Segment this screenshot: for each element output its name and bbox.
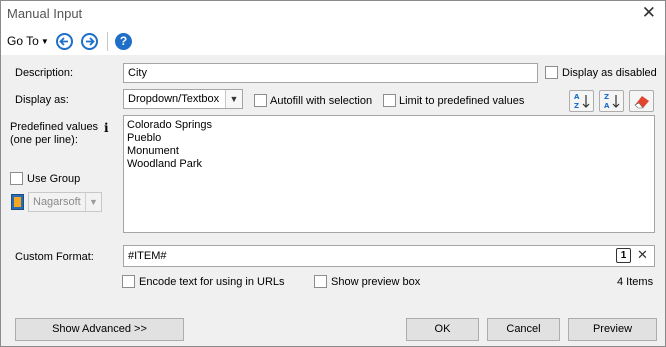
limit-predefined-checkbox[interactable] xyxy=(383,94,396,107)
chevron-down-icon: ▼ xyxy=(225,90,242,108)
group-value: Nagarsoft xyxy=(33,196,81,208)
format-count-badge[interactable]: 1 xyxy=(616,248,631,263)
forward-arrow-icon[interactable] xyxy=(81,33,98,50)
back-arrow-icon[interactable] xyxy=(56,33,73,50)
value-line: Monument xyxy=(127,145,179,157)
custom-format-label: Custom Format: xyxy=(15,251,94,263)
items-count: 4 Items xyxy=(617,276,654,288)
preview-box-label: Show preview box xyxy=(331,276,421,288)
preview-box-checkbox[interactable] xyxy=(314,275,327,288)
clear-values-button[interactable] xyxy=(629,90,654,112)
display-disabled-label: Display as disabled xyxy=(562,67,657,79)
display-as-select[interactable]: Dropdown/Textbox ▼ xyxy=(123,89,243,109)
goto-label: Go To xyxy=(7,34,39,48)
encode-url-label: Encode text for using in URLs xyxy=(139,276,285,288)
use-group-checkbox[interactable] xyxy=(10,172,23,185)
predefined-values-textarea[interactable]: Colorado Springs Pueblo Monument Woodlan… xyxy=(123,115,655,233)
sort-az-icon: A Z xyxy=(574,93,590,110)
preview-button[interactable]: Preview xyxy=(568,318,657,341)
autofill-label: Autofill with selection xyxy=(270,95,373,107)
goto-menu[interactable]: Go To ▼ xyxy=(7,34,49,48)
display-as-label: Display as: xyxy=(15,94,69,106)
svg-text:Z: Z xyxy=(574,102,579,110)
sort-descending-button[interactable]: Z A xyxy=(599,90,624,112)
cancel-button[interactable]: Cancel xyxy=(487,318,560,341)
eraser-icon xyxy=(634,96,649,109)
sort-za-icon: Z A xyxy=(604,93,620,110)
description-input[interactable]: City xyxy=(123,63,538,83)
info-icon: i xyxy=(104,121,109,135)
group-icon xyxy=(11,194,24,210)
value-line: Colorado Springs xyxy=(127,119,212,131)
clear-format-icon[interactable]: ✕ xyxy=(637,247,648,263)
group-select[interactable]: Nagarsoft ▼ xyxy=(28,192,102,212)
custom-format-input[interactable]: #ITEM# xyxy=(123,245,655,267)
svg-text:A: A xyxy=(604,102,610,110)
autofill-checkbox[interactable] xyxy=(254,94,267,107)
toolbar-divider xyxy=(107,32,108,51)
toolbar: Go To ▼ ? xyxy=(1,28,665,55)
help-icon[interactable]: ? xyxy=(115,33,132,50)
svg-text:Z: Z xyxy=(604,93,609,101)
predefined-sublabel: (one per line): xyxy=(10,134,78,146)
close-icon[interactable]: ✕ xyxy=(642,4,656,22)
show-advanced-button[interactable]: Show Advanced >> xyxy=(15,318,184,341)
encode-url-checkbox[interactable] xyxy=(122,275,135,288)
predefined-label: Predefined values xyxy=(10,121,99,133)
chevron-down-icon: ▼ xyxy=(40,37,49,46)
display-as-value: Dropdown/Textbox xyxy=(128,93,220,105)
manual-input-dialog: Manual Input ✕ Go To ▼ ? Description: Cit… xyxy=(0,0,666,347)
value-line: Woodland Park xyxy=(127,158,203,170)
ok-button[interactable]: OK xyxy=(406,318,479,341)
value-line: Pueblo xyxy=(127,132,162,144)
description-label: Description: xyxy=(15,67,74,79)
window-title: Manual Input xyxy=(7,6,83,21)
svg-text:A: A xyxy=(574,93,580,101)
limit-predefined-label: Limit to predefined values xyxy=(399,95,525,107)
use-group-label: Use Group xyxy=(27,173,81,185)
display-disabled-checkbox[interactable] xyxy=(545,66,558,79)
chevron-down-icon: ▼ xyxy=(85,193,101,211)
sort-ascending-button[interactable]: A Z xyxy=(569,90,594,112)
title-bar: Manual Input ✕ xyxy=(1,1,665,28)
